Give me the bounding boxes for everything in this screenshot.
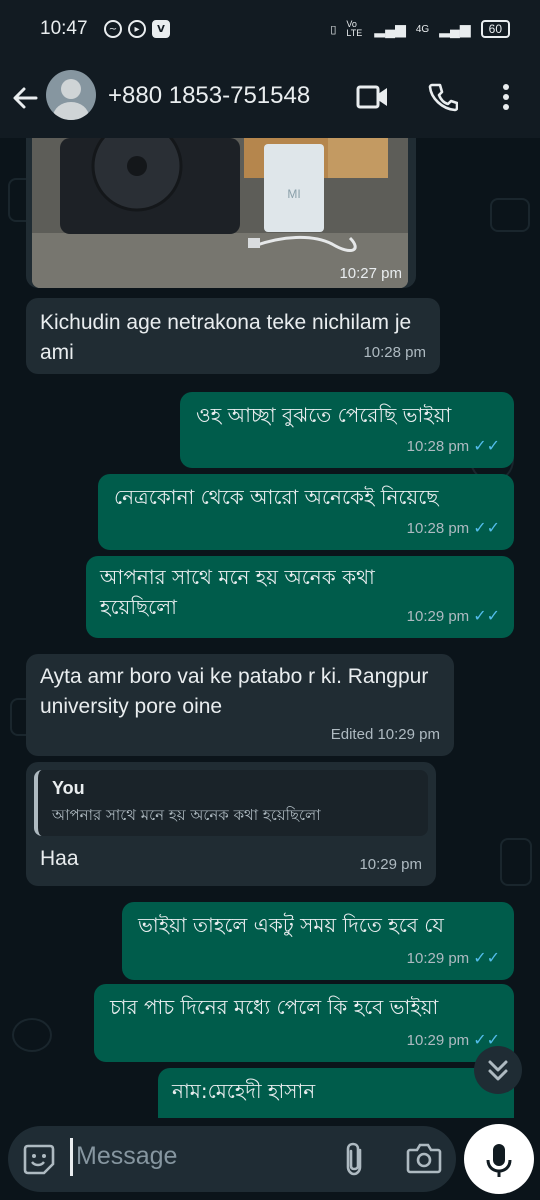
message-bubble-outgoing[interactable]: ভাইয়া তাহলে একটু সময় দিতে হবে যে 10:29… [122,902,514,980]
message-bubble-outgoing[interactable]: নেত্রকোনা থেকে আরো অনেকেই নিয়েছে 10:28 … [98,474,514,550]
quote-text: আপনার সাথে মনে হয় অনেক কথা হয়েছিলো [52,806,321,824]
signal-icon: ▂▄▆ [374,20,406,37]
message-time: 10:27 pm [339,265,402,282]
message-time: 10:29 pm ✓✓ [406,608,500,625]
camera-icon[interactable] [406,1142,442,1178]
paperclip-icon[interactable] [340,1140,368,1182]
status-time: 10:47 [40,18,88,39]
message-text: ভাইয়া তাহলে একটু সময় দিতে হবে যে [138,913,444,937]
read-ticks-icon: ✓✓ [473,950,500,967]
message-image-bubble[interactable]: MI 10:27 pm [26,138,416,288]
video-call-icon[interactable] [356,84,390,114]
photo-label: MI [287,187,300,201]
message-bubble-outgoing[interactable]: ওহ আচ্ছা বুঝতে পেরেছি ভাইয়া 10:28 pm ✓✓ [180,392,514,468]
signal-icon-2: ▂▄▆ [439,20,471,37]
read-ticks-icon: ✓✓ [473,520,500,537]
avatar[interactable] [46,70,96,120]
message-bubble-outgoing[interactable]: আপনার সাথে মনে হয় অনেক কথা হয়েছিলো 10:… [86,556,514,638]
notification-icon: ▸ [128,20,146,38]
mic-button[interactable] [464,1124,534,1194]
message-text: নেত্রকোনা থেকে আরো অনেকেই নিয়েছে [114,485,439,509]
quote-author: You [52,778,85,798]
message-time: 10:28 pm ✓✓ [406,438,500,455]
message-text: চার পাচ দিনের মধ্যে পেলে কি হবে ভাইয়া [110,995,439,1019]
message-bubble-incoming[interactable]: Ayta amr boro vai ke patabo r ki. Rangpu… [26,654,454,756]
message-time: 10:29 pm ✓✓ [406,950,500,967]
message-text: নাম:মেহেদী হাসান [172,1079,316,1103]
network-label: 4G [415,23,430,35]
message-bubble-incoming[interactable]: Kichudin age netrakona teke nichilam je … [26,298,440,374]
message-time: Edited 10:29 pm [330,726,440,743]
chat-area[interactable]: MI 10:27 pm Kichudin age netrakona teke … [0,138,540,1118]
message-bubble-outgoing[interactable]: নাম:মেহেদী হাসান [158,1068,514,1118]
message-text: Ayta amr boro vai ke patabo r ki. Rangpu… [40,665,429,718]
emoji-icon[interactable] [22,1142,56,1180]
phone-icon[interactable] [428,82,459,116]
double-chevron-down-icon[interactable] [474,1046,522,1094]
contact-name[interactable]: +880 1853-751548 [108,82,310,110]
message-time: 10:29 pm [359,856,422,873]
status-right: ▯ Vo LTE ▂▄▆ 4G ▂▄▆ 60 [330,20,510,38]
arrow-left-icon[interactable] [10,78,42,118]
message-placeholder[interactable]: Message [76,1142,177,1171]
message-bubble-incoming[interactable]: You আপনার সাথে মনে হয় অনেক কথা হয়েছিলো… [26,762,436,886]
read-ticks-icon: ✓✓ [473,438,500,455]
message-text: ওহ আচ্ছা বুঝতে পেরেছি ভাইয়া [196,403,452,427]
battery-indicator: 60 [480,20,510,38]
notification-icons: ~ ▸ V [104,20,170,38]
more-vert-icon[interactable] [500,82,512,116]
vibrate-icon: ▯ [330,23,337,36]
message-bubble-outgoing[interactable]: চার পাচ দিনের মধ্যে পেলে কি হবে ভাইয়া 1… [94,984,514,1062]
read-ticks-icon: ✓✓ [473,608,500,625]
message-time: 10:28 pm ✓✓ [406,520,500,537]
message-time: 10:28 pm [363,344,426,361]
message-text: Haa [40,847,79,870]
volte-label: Vo LTE [346,19,363,38]
status-bar: 10:47 ~ ▸ V ▯ Vo LTE ▂▄▆ 4G ▂▄▆ 60 [0,0,540,62]
mic-icon [486,1144,512,1177]
text-cursor [70,1138,73,1176]
v-app-icon: V [152,20,170,38]
message-text: আপনার সাথে মনে হয় অনেক কথা হয়েছিলো [100,565,375,619]
quoted-message[interactable]: You আপনার সাথে মনে হয় অনেক কথা হয়েছিলো [34,770,428,836]
messenger-icon: ~ [104,20,122,38]
